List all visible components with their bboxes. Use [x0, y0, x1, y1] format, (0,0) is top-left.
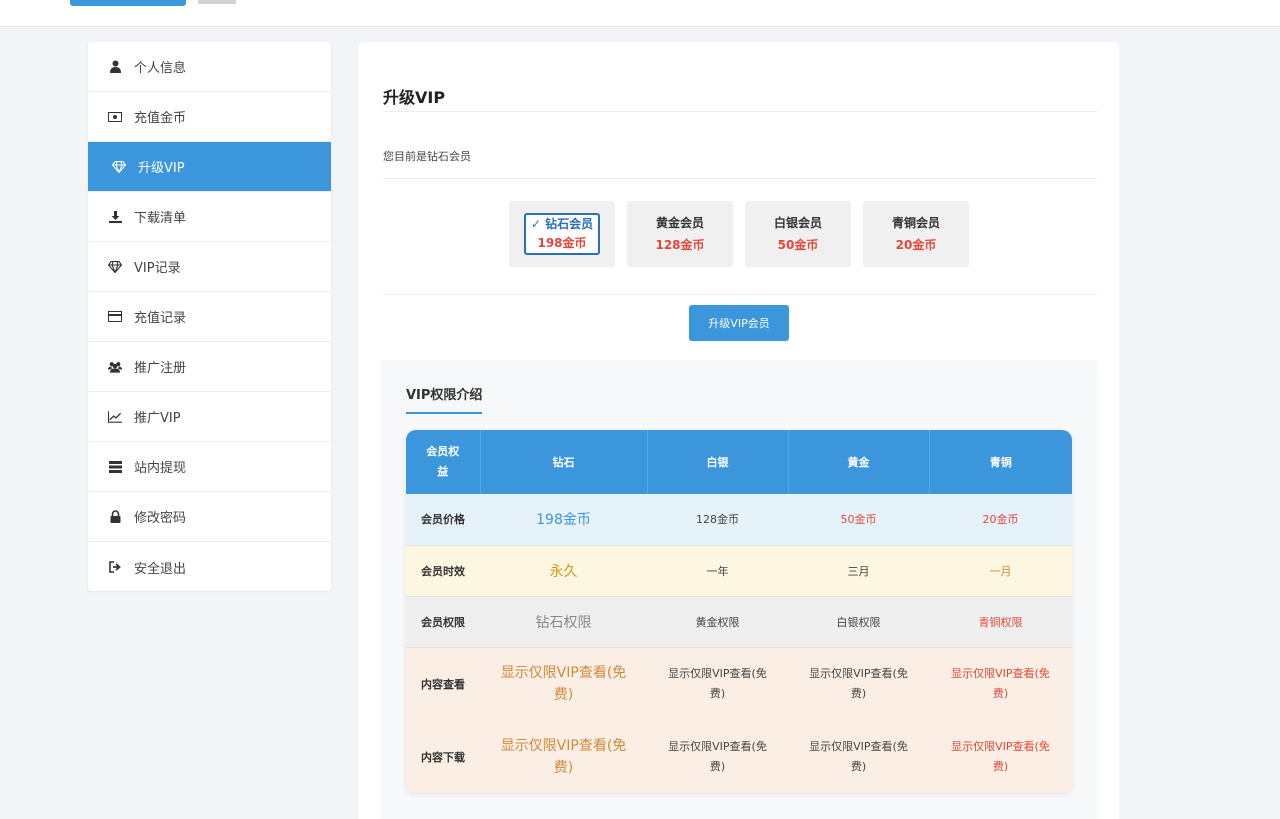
- user-sidebar: 个人信息 充值金币 升级VIP 下载清单 VIP记录 充值记录 推广注册 推广V…: [88, 42, 331, 591]
- tier-selector: ✓ 钻石会员 198金币 黄金会员 128金币 白银会员 50金币 青铜会员 2…: [509, 201, 969, 267]
- sidebar-item-recharge-records[interactable]: 充值记录: [88, 292, 331, 342]
- lock-icon: [108, 510, 122, 524]
- tier-option-gold[interactable]: 黄金会员 128金币: [627, 201, 733, 267]
- users-icon: [108, 360, 122, 374]
- tier-option-diamond[interactable]: ✓ 钻石会员 198金币: [509, 201, 615, 267]
- title-divider: [383, 111, 1097, 112]
- sidebar-item-label: 下载清单: [134, 211, 187, 226]
- column-header: 白银: [647, 430, 789, 494]
- sidebar-item-upgrade-vip[interactable]: 升级VIP: [88, 142, 331, 192]
- tier-price: 198金币: [537, 236, 587, 250]
- table-cell: 显示仅限VIP查看(免费): [951, 666, 1050, 700]
- table-row: 内容查看 显示仅限VIP查看(免费) 显示仅限VIP查看(免费) 显示仅限VIP…: [406, 647, 1072, 720]
- site-logo[interactable]: [70, 0, 186, 6]
- table-cell: 显示仅限VIP查看(免费): [668, 666, 767, 700]
- sidebar-item-label: 修改密码: [134, 511, 187, 526]
- sidebar-item-withdraw[interactable]: 站内提现: [88, 442, 331, 492]
- sidebar-item-label: 充值金币: [134, 111, 187, 126]
- sidebar-item-recharge[interactable]: 充值金币: [88, 92, 331, 142]
- sidebar-item-label: 推广VIP: [134, 411, 181, 426]
- vip-intro-title: VIP权限介绍: [406, 384, 483, 414]
- top-header: [0, 0, 1280, 27]
- sidebar-item-referral-signup[interactable]: 推广注册: [88, 342, 331, 392]
- tiers-divider: [383, 294, 1097, 295]
- row-label: 内容下载: [406, 720, 480, 793]
- table-cell: 显示仅限VIP查看(免费): [951, 739, 1050, 773]
- line-chart-icon: [108, 410, 122, 424]
- sidebar-item-label: 个人信息: [134, 61, 187, 76]
- table-cell: 永久: [480, 545, 647, 597]
- sidebar-item-logout[interactable]: 安全退出: [88, 542, 331, 592]
- table-row: 会员价格 198金币 128金币 50金币 20金币: [406, 494, 1072, 546]
- tier-option-silver[interactable]: 白银会员 50金币: [745, 201, 851, 267]
- membership-status: 您目前是钻石会员: [383, 150, 471, 163]
- user-icon: [108, 60, 122, 74]
- sidebar-item-downloads[interactable]: 下载清单: [88, 192, 331, 242]
- tier-price: 20金币: [895, 238, 937, 252]
- tier-name: 白银会员: [773, 216, 822, 230]
- sidebar-item-label: VIP记录: [134, 261, 181, 276]
- table-row: 会员权限 钻石权限 黄金权限 白银权限 青铜权限: [406, 596, 1072, 648]
- row-label: 会员权限: [406, 596, 480, 648]
- table-cell: 50金币: [788, 494, 929, 546]
- table-cell: 显示仅限VIP查看(免费): [809, 666, 908, 700]
- sidebar-item-profile[interactable]: 个人信息: [88, 42, 331, 92]
- sidebar-item-label: 升级VIP: [138, 161, 185, 176]
- download-icon: [108, 210, 122, 224]
- row-label: 内容查看: [406, 647, 480, 720]
- table-cell: 一年: [647, 545, 788, 597]
- table-cell: 青铜权限: [929, 596, 1072, 648]
- vip-benefits-table: 会员权益 钻石 白银 黄金 青铜 会员价格 198金币 128金币 50金币 2…: [406, 430, 1072, 793]
- row-label: 会员时效: [406, 545, 480, 597]
- sidebar-item-label: 推广注册: [134, 361, 187, 376]
- sidebar-item-change-password[interactable]: 修改密码: [88, 492, 331, 542]
- diamond-icon: [108, 260, 122, 274]
- column-header: 青铜: [929, 430, 1072, 494]
- table-cell: 显示仅限VIP查看(免费): [500, 664, 627, 703]
- table-cell: 钻石权限: [480, 596, 647, 648]
- sidebar-item-vip-records[interactable]: VIP记录: [88, 242, 331, 292]
- table-row: 会员时效 永久 一年 三月 一月: [406, 545, 1072, 597]
- server-icon: [108, 460, 122, 474]
- table-cell: 黄金权限: [647, 596, 788, 648]
- table-cell: 显示仅限VIP查看(免费): [809, 739, 908, 773]
- sidebar-item-label: 安全退出: [134, 561, 187, 577]
- tier-name: 青铜会员: [891, 216, 940, 230]
- table-cell: 三月: [788, 545, 929, 597]
- column-header: 钻石: [480, 430, 648, 494]
- tier-price: 128金币: [655, 238, 705, 252]
- table-cell: 20金币: [929, 494, 1072, 546]
- money-icon: [108, 110, 122, 124]
- table-cell: 128金币: [647, 494, 788, 546]
- credit-card-icon: [108, 310, 122, 324]
- table-cell: 一月: [929, 545, 1072, 597]
- sign-out-icon: [108, 560, 122, 574]
- table-row: 内容下载 显示仅限VIP查看(免费) 显示仅限VIP查看(免费) 显示仅限VIP…: [406, 720, 1072, 793]
- table-cell: 198金币: [480, 494, 647, 546]
- sidebar-item-label: 充值记录: [134, 311, 187, 326]
- sidebar-item-label: 站内提现: [134, 461, 187, 476]
- table-cell: 白银权限: [788, 596, 929, 648]
- row-label: 会员价格: [406, 494, 480, 546]
- tier-name: 黄金会员: [655, 216, 704, 230]
- sidebar-item-referral-vip[interactable]: 推广VIP: [88, 392, 331, 442]
- column-header: 会员权益: [426, 445, 460, 478]
- table-cell: 显示仅限VIP查看(免费): [500, 737, 627, 776]
- table-header-row: 会员权益 钻石 白银 黄金 青铜: [406, 430, 1072, 494]
- upgrade-vip-button[interactable]: 升级VIP会员: [689, 305, 789, 341]
- logo-subtitle: [198, 0, 236, 4]
- status-divider: [383, 178, 1097, 179]
- vip-intro-section: VIP权限介绍 会员权益 钻石 白银 黄金 青铜 会员价格 198金币 128金…: [381, 360, 1097, 819]
- tier-name: ✓ 钻石会员: [530, 217, 594, 231]
- tier-option-bronze[interactable]: 青铜会员 20金币: [863, 201, 969, 267]
- tier-price: 50金币: [777, 238, 819, 252]
- diamond-icon: [112, 160, 126, 174]
- column-header: 黄金: [788, 430, 930, 494]
- page-title: 升级VIP: [383, 88, 446, 107]
- table-cell: 显示仅限VIP查看(免费): [668, 739, 767, 773]
- upgrade-vip-panel: 升级VIP 您目前是钻石会员 ✓ 钻石会员 198金币 黄金会员 128金币 白…: [359, 42, 1119, 819]
